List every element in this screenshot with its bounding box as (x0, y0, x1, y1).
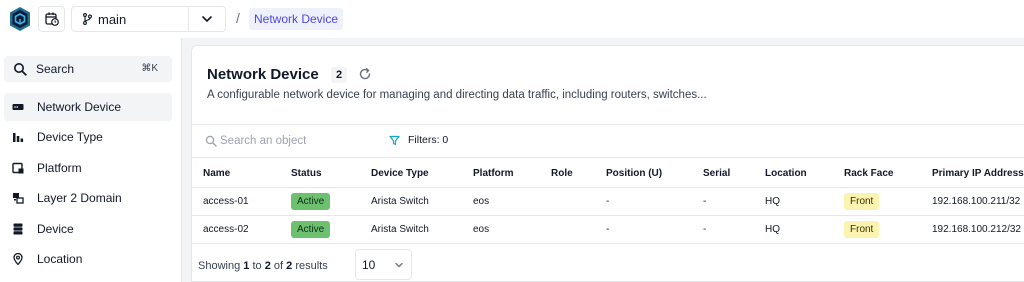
bar-chart-icon (12, 131, 24, 143)
sidebar-item-label: Platform (37, 161, 82, 175)
cell-role (540, 187, 595, 216)
pagination-summary: Showing 1 to 2 of 2 results (198, 260, 328, 272)
pagination-suffix: results (295, 260, 328, 272)
sidebar-item-network-device[interactable]: Network Device (4, 93, 172, 121)
cell-device-type[interactable]: Arista Switch (360, 215, 462, 244)
pagination-prefix: Showing (198, 260, 241, 272)
main-panel: Network Device 2 A configurable network … (191, 45, 1024, 282)
column-header-status[interactable]: Status (280, 161, 360, 188)
column-header-rack-face[interactable]: Rack Face (833, 161, 921, 188)
cell-location[interactable]: HQ (754, 187, 833, 216)
object-search-input[interactable] (220, 131, 380, 151)
chevron-down-icon (395, 262, 403, 268)
top-bar: main / Network Device (0, 0, 1024, 38)
sidebar-item-location[interactable]: Location (4, 245, 172, 273)
sidebar-search[interactable]: Search ⌘K (4, 56, 172, 82)
cell-role (540, 215, 595, 244)
pagination-of-word: of (273, 260, 284, 272)
sidebar-item-label: Device Type (37, 130, 103, 144)
calendar-clock-icon (44, 12, 59, 26)
git-branch-icon (82, 12, 92, 26)
network-device-icon (12, 101, 24, 113)
table-row[interactable]: access-01 Active Arista Switch eos - - H… (192, 187, 1024, 216)
sidebar-search-label: Search (36, 62, 75, 76)
column-header-position[interactable]: Position (U) (595, 161, 692, 188)
status-badge: Active (291, 220, 331, 238)
pagination-total: 2 (286, 260, 293, 272)
rack-face-badge: Front (844, 192, 880, 210)
page-size-select[interactable]: 10 (355, 249, 412, 280)
table-row[interactable]: access-02 Active Arista Switch eos - - H… (192, 215, 1024, 244)
cell-rack-face: Front (833, 187, 921, 216)
database-icon (12, 223, 24, 235)
column-header-location[interactable]: Location (754, 161, 833, 188)
cell-serial: - (692, 215, 754, 244)
sidebar-item-label: Location (37, 252, 83, 266)
page-size-value: 10 (362, 258, 376, 272)
column-header-role[interactable]: Role (540, 161, 595, 188)
cell-status: Active (280, 187, 360, 216)
cell-position: - (595, 215, 692, 244)
branch-name: main (98, 11, 127, 27)
cell-status: Active (280, 215, 360, 244)
table-toolbar: Filters: 0 (192, 124, 1024, 158)
cell-primary-ip[interactable]: 192.168.100.212/32 (921, 215, 1024, 244)
network-device-table: Name Status Device Type Platform Role Po… (192, 161, 1024, 244)
sidebar-item-device[interactable]: Device (4, 215, 172, 243)
sidebar-item-platform[interactable]: Platform (4, 154, 172, 182)
pagination-from: 1 (243, 260, 250, 272)
sidebar-item-device-type[interactable]: Device Type (4, 123, 172, 151)
column-header-platform[interactable]: Platform (462, 161, 540, 188)
pagination-to-word: to (252, 260, 262, 272)
sidebar: Search ⌘K Network Device Device Type Pla… (0, 38, 182, 282)
breadcrumb-current[interactable]: Network Device (249, 8, 344, 30)
cell-location[interactable]: HQ (754, 215, 833, 244)
filter-icon[interactable] (389, 135, 400, 146)
app-logo-icon[interactable] (8, 6, 32, 32)
filters-button[interactable]: Filters: 0 (408, 134, 448, 146)
layer2-icon (12, 192, 24, 204)
search-icon (205, 135, 217, 147)
cell-name[interactable]: access-02 (192, 215, 280, 244)
rack-face-badge: Front (844, 220, 880, 238)
column-header-device-type[interactable]: Device Type (360, 161, 462, 188)
search-shortcut: ⌘K (141, 63, 158, 74)
column-header-primary-ip[interactable]: Primary IP Address (921, 161, 1024, 188)
schedule-button[interactable] (38, 6, 65, 32)
sidebar-item-label: Device (37, 222, 74, 236)
cell-position: - (595, 187, 692, 216)
status-badge: Active (291, 192, 331, 210)
cell-device-type[interactable]: Arista Switch (360, 187, 462, 216)
breadcrumb-separator: / (236, 10, 240, 26)
cell-platform[interactable]: eos (462, 215, 540, 244)
platform-icon (12, 162, 24, 174)
sidebar-item-label: Network Device (37, 100, 122, 114)
table-header-row: Name Status Device Type Platform Role Po… (192, 161, 1024, 188)
cell-serial: - (692, 187, 754, 216)
cell-platform[interactable]: eos (462, 187, 540, 216)
cell-rack-face: Front (833, 215, 921, 244)
cell-primary-ip[interactable]: 192.168.100.211/32 (921, 187, 1024, 216)
search-icon (14, 63, 27, 76)
branch-divider (188, 7, 189, 31)
location-pin-icon (12, 253, 24, 265)
refresh-icon[interactable] (358, 67, 372, 81)
column-header-serial[interactable]: Serial (692, 161, 754, 188)
page-description: A configurable network device for managi… (207, 89, 707, 101)
sidebar-item-layer-2-domain[interactable]: Layer 2 Domain (4, 184, 172, 212)
cell-name[interactable]: access-01 (192, 187, 280, 216)
chevron-down-icon[interactable] (200, 12, 214, 26)
sidebar-item-label: Layer 2 Domain (37, 191, 122, 205)
pagination-to: 2 (264, 260, 271, 272)
page-title: Network Device (207, 66, 319, 83)
column-header-name[interactable]: Name (192, 161, 280, 188)
object-count-badge: 2 (331, 67, 347, 83)
branch-selector[interactable]: main (71, 6, 226, 32)
